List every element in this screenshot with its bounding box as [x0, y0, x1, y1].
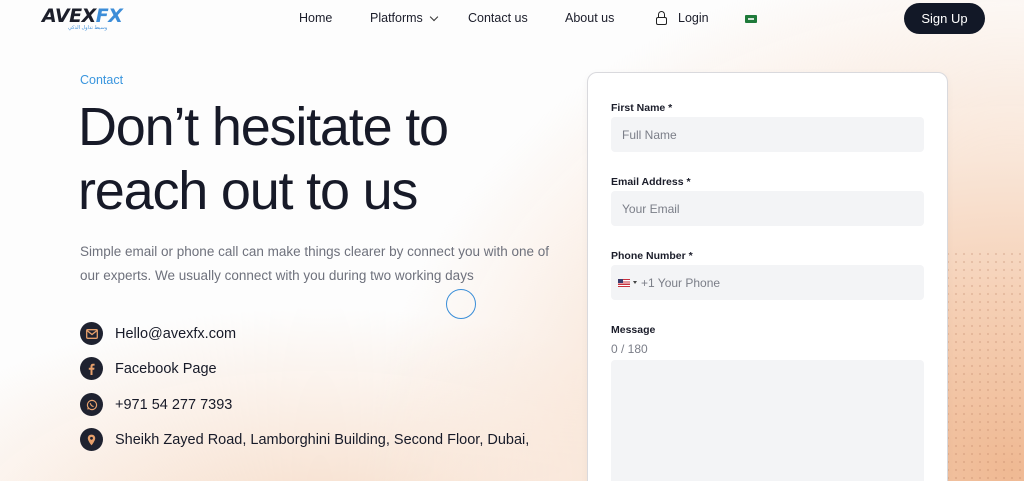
facebook-icon [80, 357, 103, 380]
nav-login[interactable]: Login [655, 11, 709, 25]
message-label: Message [611, 324, 656, 336]
contact-phone-text: +971 54 277 7393 [115, 396, 233, 413]
contact-address-text: Sheikh Zayed Road, Lamborghini Building,… [115, 431, 530, 448]
decorative-dots [944, 250, 1024, 481]
avexfx-logo[interactable]: AVEXFX وسيط تداول الذكي [42, 6, 126, 34]
nav-contact[interactable]: Contact us [468, 11, 528, 25]
first-name-input[interactable] [611, 117, 924, 152]
caret-down-icon[interactable] [633, 281, 637, 284]
first-name-label: First Name * [611, 102, 673, 114]
logo-wordmark: AVEXFX [42, 5, 123, 27]
contact-phone[interactable]: +971 54 277 7393 [80, 393, 232, 416]
contact-form: First Name * Email Address * Phone Numbe… [587, 72, 948, 481]
page-description: Simple email or phone call can make thin… [80, 244, 549, 283]
message-char-counter: 0 / 180 [611, 342, 648, 356]
nav-home[interactable]: Home [299, 11, 332, 25]
nav-about[interactable]: About us [565, 11, 614, 25]
loading-spinner [446, 289, 476, 319]
whatsapp-icon [80, 393, 103, 416]
language-flag-icon[interactable] [745, 15, 757, 23]
signup-button[interactable]: Sign Up [904, 3, 985, 34]
message-textarea[interactable] [611, 360, 924, 481]
mail-icon [80, 322, 103, 345]
phone-label: Phone Number * [611, 250, 693, 262]
phone-input[interactable] [641, 275, 911, 290]
contact-address[interactable]: Sheikh Zayed Road, Lamborghini Building,… [80, 428, 529, 451]
email-input[interactable] [611, 191, 924, 226]
lock-icon [655, 11, 668, 25]
nav-platforms[interactable]: Platforms [370, 11, 439, 25]
email-label: Email Address * [611, 176, 691, 188]
phone-field [611, 265, 924, 300]
page-headline: Don’t hesitate to reach out to us [78, 97, 449, 221]
contact-facebook[interactable]: Facebook Page [80, 357, 217, 380]
contact-email[interactable]: Hello@avexfx.com [80, 322, 236, 345]
us-flag-icon[interactable] [618, 278, 630, 287]
contact-email-text: Hello@avexfx.com [115, 325, 237, 342]
section-eyebrow: Contact [80, 73, 124, 87]
contact-facebook-text: Facebook Page [115, 360, 217, 377]
chevron-down-icon [429, 12, 439, 21]
location-pin-icon [80, 428, 103, 451]
